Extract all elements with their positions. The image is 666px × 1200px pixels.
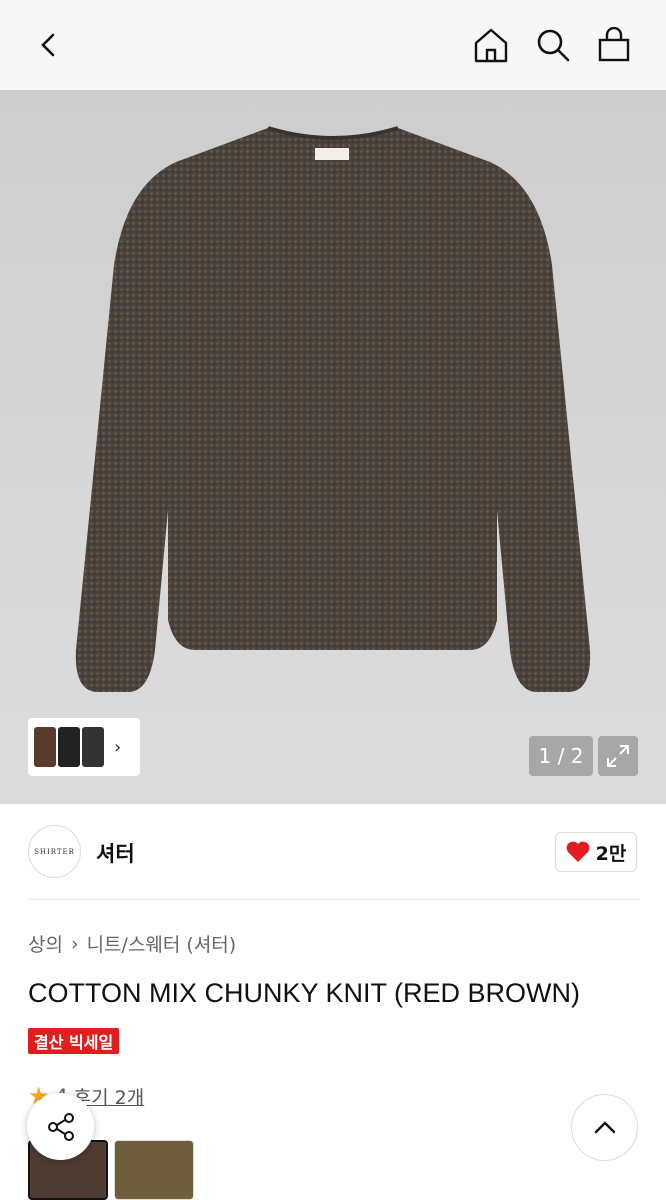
product-title: COTTON MIX CHUNKY KNIT (RED BROWN) — [28, 978, 581, 1008]
thumbnail-charcoal[interactable] — [82, 727, 104, 767]
expand-icon — [607, 745, 629, 767]
home-icon — [474, 28, 508, 63]
share-button[interactable] — [27, 1093, 94, 1160]
breadcrumb: 상의 › 니트/스웨터 (셔터) — [28, 930, 236, 957]
breadcrumb-item-knit[interactable]: 니트/스웨터 (셔터) — [87, 930, 237, 957]
chevron-left-icon — [41, 33, 55, 57]
product-image — [75, 126, 591, 692]
product-image-gallery[interactable] — [0, 90, 666, 804]
scroll-to-top-button[interactable] — [571, 1094, 638, 1161]
heart-icon — [566, 841, 590, 862]
cart-button[interactable] — [591, 22, 637, 68]
divider — [28, 899, 640, 900]
image-thumbnail-strip[interactable]: › — [28, 718, 140, 776]
breadcrumb-separator: › — [70, 932, 79, 955]
sale-badge: 결산 빅세일 — [28, 1028, 120, 1054]
top-navigation-bar — [0, 0, 666, 90]
brand-name[interactable]: 셔터 — [96, 838, 135, 868]
breadcrumb-item-top[interactable]: 상의 — [28, 930, 63, 957]
chevron-up-icon — [594, 1120, 615, 1133]
like-button[interactable]: 2만 — [555, 832, 637, 872]
brand-logo[interactable]: SHIRTER — [28, 825, 81, 878]
thumbnail-next-arrow[interactable]: › — [114, 737, 121, 758]
search-icon — [537, 29, 570, 62]
share-icon — [47, 1112, 74, 1141]
expand-image-button[interactable] — [598, 736, 638, 776]
thumbnail-black[interactable] — [58, 727, 80, 767]
home-button[interactable] — [468, 22, 514, 68]
brand-row: SHIRTER 셔터 2만 — [28, 825, 640, 881]
back-button[interactable] — [26, 22, 72, 68]
swatch-olive[interactable] — [114, 1140, 194, 1200]
image-pager: 1 / 2 — [529, 736, 593, 776]
like-count: 2만 — [595, 842, 627, 865]
search-button[interactable] — [530, 22, 576, 68]
shopping-bag-icon — [598, 27, 630, 62]
thumbnail-red-brown[interactable] — [34, 727, 56, 767]
